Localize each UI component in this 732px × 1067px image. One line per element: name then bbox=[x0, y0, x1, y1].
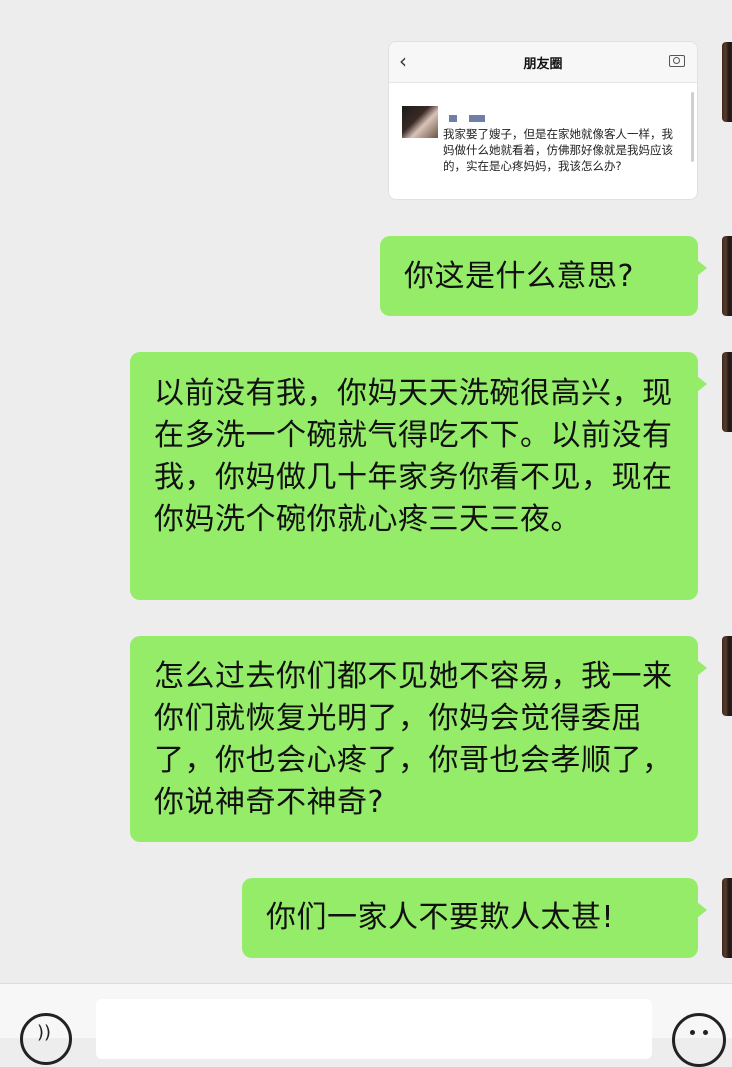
moments-header: ‹ 朋友圈 bbox=[389, 42, 697, 83]
moments-title: 朋友圈 bbox=[523, 57, 563, 72]
avatar[interactable] bbox=[722, 636, 732, 716]
message-text: 你这是什么意思? bbox=[404, 259, 634, 294]
post-text: 我家娶了嫂子，但是在家她就像客人一样，我妈做什么她就看着，仿佛那好像就是我妈应该… bbox=[443, 127, 673, 173]
message-input[interactable] bbox=[96, 999, 652, 1059]
message-text: 以前没有我，你妈天天洗碗很高兴，现在多洗一个碗就气得吃不下。以前没有我，你妈做几… bbox=[154, 376, 673, 537]
message-bubble[interactable]: 你这是什么意思? bbox=[380, 236, 707, 316]
post-author-name bbox=[449, 115, 457, 122]
avatar[interactable] bbox=[722, 42, 732, 122]
avatar[interactable] bbox=[722, 878, 732, 958]
camera-icon bbox=[669, 55, 685, 67]
input-bar: )) bbox=[0, 983, 732, 1067]
message-text: 你们一家人不要欺人太甚! bbox=[266, 900, 615, 935]
message-text: 怎么过去你们都不见她不容易，我一来你们就恢复光明了，你妈会觉得委屈了，你也会心疼… bbox=[154, 659, 673, 820]
voice-icon[interactable]: )) bbox=[20, 1013, 72, 1065]
message-bubble[interactable]: 以前没有我，你妈天天洗碗很高兴，现在多洗一个碗就气得吃不下。以前没有我，你妈做几… bbox=[130, 352, 707, 600]
post-author-name bbox=[469, 115, 485, 122]
message-bubble[interactable]: 怎么过去你们都不见她不容易，我一来你们就恢复光明了，你妈会觉得委屈了，你也会心疼… bbox=[130, 636, 707, 842]
message-bubble[interactable]: 你们一家人不要欺人太甚! bbox=[242, 878, 707, 958]
avatar[interactable] bbox=[722, 352, 732, 432]
post-avatar bbox=[402, 106, 438, 138]
image-message[interactable]: ‹ 朋友圈 我家娶了嫂子，但是在家她就像客人一样，我妈做什么她就看着，仿佛那好像… bbox=[388, 41, 698, 200]
avatar[interactable] bbox=[722, 236, 732, 316]
scrollbar bbox=[691, 92, 694, 162]
emoji-icon[interactable] bbox=[672, 1013, 726, 1067]
